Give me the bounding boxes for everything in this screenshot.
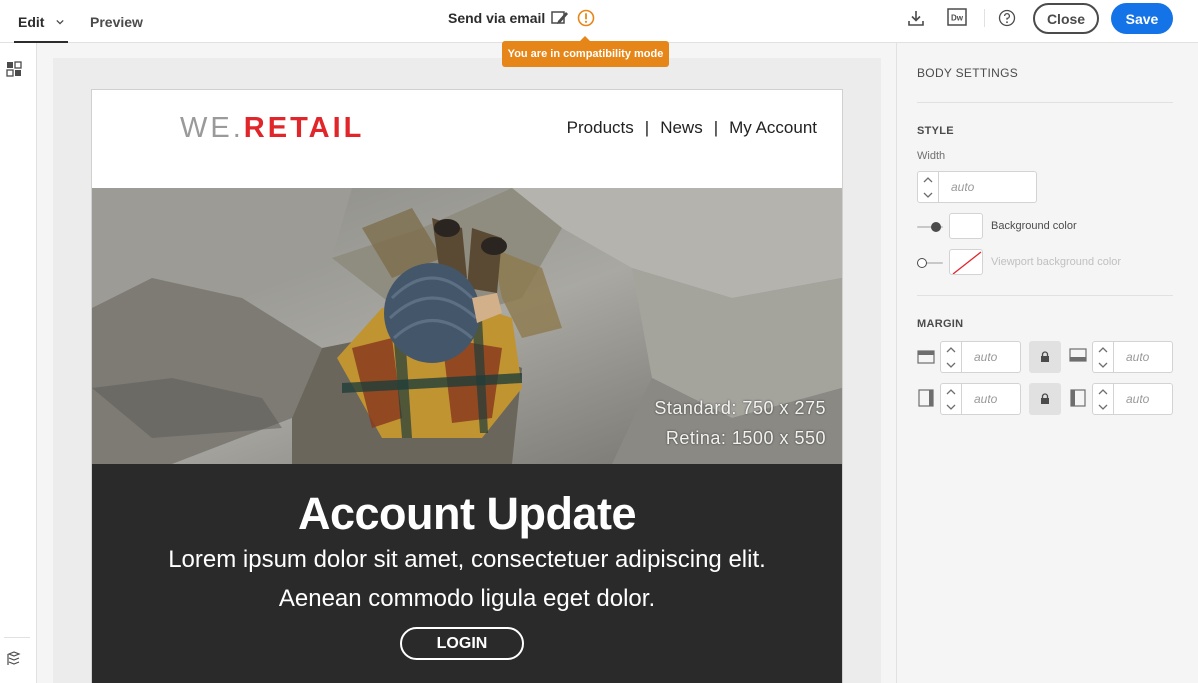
chevron-up-icon[interactable] (1098, 388, 1108, 395)
chevron-up-icon[interactable] (923, 176, 933, 183)
tab-preview-label: Preview (90, 13, 143, 30)
margin-left-stepper[interactable] (940, 383, 962, 415)
viewport-background-label: Viewport background color (991, 256, 1122, 268)
lock-icon (1041, 351, 1049, 362)
margin-right-stepper[interactable] (1092, 383, 1114, 415)
nav-my-account[interactable]: My Account (729, 118, 817, 138)
nav-separator: | (644, 118, 650, 137)
tab-edit[interactable]: Edit (18, 0, 65, 43)
help-icon[interactable] (996, 8, 1018, 28)
close-button[interactable]: Close (1033, 3, 1099, 34)
chevron-down-icon[interactable] (1098, 404, 1108, 410)
hero-image[interactable]: Standard: 750 x 275 Retina: 1500 x 550 (92, 188, 842, 464)
left-rail (0, 43, 37, 683)
margin-lock-horizontal[interactable] (1029, 383, 1061, 415)
hero-retina-size: Retina: 1500 x 550 (665, 428, 826, 448)
width-label: Width (917, 150, 946, 162)
chevron-down-icon[interactable] (56, 18, 65, 26)
margin-bottom-stepper[interactable] (1092, 341, 1114, 373)
top-toolbar: Edit Preview Send via email Dw Close Sav… (0, 0, 1198, 43)
logo-retail: RETAIL (243, 112, 365, 144)
viewport-background-swatch[interactable] (949, 249, 983, 275)
nav-separator: | (713, 118, 719, 137)
email-body-text: Lorem ipsum dolor sit amet, consectetuer… (168, 546, 766, 573)
chevron-down-icon[interactable] (946, 404, 956, 410)
background-color-toggle[interactable] (917, 221, 943, 233)
background-color-swatch[interactable] (949, 213, 983, 239)
no-color-icon (952, 251, 982, 274)
page-title: Send via email (448, 10, 546, 26)
logo-dot: . (232, 112, 244, 144)
margin-section-title: MARGIN (917, 318, 964, 330)
logo-we: WE (180, 112, 233, 144)
tab-preview[interactable]: Preview (90, 0, 143, 43)
panel-title: BODY SETTINGS (917, 66, 1019, 80)
compatibility-tooltip: You are in compatibility mode (502, 36, 669, 67)
margin-top-input[interactable]: auto (962, 341, 1021, 373)
tab-edit-label: Edit (18, 13, 45, 30)
margin-left-input[interactable]: auto (962, 383, 1021, 415)
margin-bottom-input[interactable]: auto (1114, 341, 1173, 373)
margin-lock-vertical[interactable] (1029, 341, 1061, 373)
margin-right-icon (1069, 389, 1087, 412)
email-header[interactable]: WE.RETAIL Products | News | My Account (92, 90, 842, 188)
margin-left-icon (917, 389, 935, 412)
margin-top-icon (917, 347, 935, 370)
rail-divider (4, 637, 30, 638)
panel-divider (917, 102, 1173, 103)
edit-properties-icon[interactable] (549, 8, 571, 28)
width-stepper[interactable] (917, 171, 939, 203)
toggle-knob (917, 258, 927, 268)
chevron-up-icon[interactable] (946, 388, 956, 395)
dreamweaver-label: Dw (951, 14, 964, 23)
login-button[interactable]: LOGIN (400, 627, 524, 660)
viewport-background-toggle[interactable] (917, 257, 943, 269)
body-settings-panel: BODY SETTINGS STYLE Width auto Backgroun… (896, 43, 1198, 683)
components-icon[interactable] (4, 59, 24, 79)
width-input[interactable]: auto (939, 171, 1037, 203)
email-body[interactable]: WE.RETAIL Products | News | My Account S… (91, 89, 843, 683)
chevron-down-icon[interactable] (946, 362, 956, 368)
email-nav: Products | News | My Account (567, 118, 817, 138)
email-headline: Account Update (297, 488, 637, 539)
content-block[interactable]: Account Update Lorem ipsum dolor sit ame… (92, 464, 842, 683)
chevron-up-icon[interactable] (946, 346, 956, 353)
dreamweaver-icon[interactable]: Dw (946, 7, 968, 27)
layers-icon[interactable] (4, 649, 24, 669)
nav-products[interactable]: Products (567, 118, 634, 138)
lock-icon (1041, 393, 1049, 404)
save-button[interactable]: Save (1111, 3, 1173, 34)
email-body-text: Aenean commodo ligula eget dolor. (278, 585, 656, 612)
download-icon[interactable] (905, 8, 927, 28)
hero-standard-size: Standard: 750 x 275 (654, 398, 826, 418)
toggle-knob (931, 222, 941, 232)
margin-right-input[interactable]: auto (1114, 383, 1173, 415)
we-retail-logo: WE.RETAIL (180, 112, 364, 145)
background-color-label: Background color (991, 220, 1077, 232)
warning-icon[interactable] (576, 8, 596, 28)
nav-news[interactable]: News (660, 118, 703, 138)
style-section-title: STYLE (917, 125, 954, 137)
chevron-down-icon[interactable] (923, 192, 933, 198)
margin-bottom-icon (1069, 347, 1087, 370)
chevron-down-icon[interactable] (1098, 362, 1108, 368)
panel-divider (917, 295, 1173, 296)
toolbar-divider (984, 9, 985, 27)
chevron-up-icon[interactable] (1098, 346, 1108, 353)
margin-top-stepper[interactable] (940, 341, 962, 373)
